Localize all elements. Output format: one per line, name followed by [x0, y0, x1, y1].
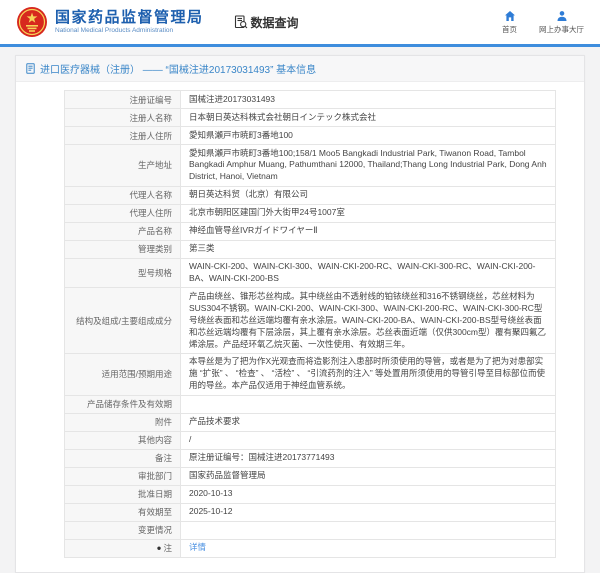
detail-link[interactable]: 详情	[189, 542, 206, 552]
home-icon	[504, 10, 516, 22]
org-name-en: National Medical Products Administration	[55, 27, 204, 34]
field-label: 型号规格	[65, 258, 181, 288]
field-row: 备注原注册证编号：国械注进20173771493	[65, 449, 556, 467]
nav-home[interactable]: 首页	[502, 10, 517, 35]
top-nav: 首页 网上办事大厅	[502, 10, 584, 35]
field-value: 原注册证编号：国械注进20173771493	[181, 449, 556, 467]
page-title-text: 进口医疗器械（注册） —— “国械注进20173031493” 基本信息	[40, 61, 316, 76]
field-value: 愛知県瀬戸市暁町3番地100;158/1 Moo5 Bangkadi Indus…	[181, 145, 556, 187]
field-value	[181, 521, 556, 539]
field-value: 朝日英达科贸（北京）有限公司	[181, 186, 556, 204]
field-row: 注册证编号国械注进20173031493	[65, 91, 556, 109]
field-label: 其他内容	[65, 431, 181, 449]
field-row: 管理类别第三类	[65, 240, 556, 258]
user-icon	[556, 10, 568, 22]
field-label: 代理人住所	[65, 204, 181, 222]
document-icon	[26, 63, 35, 74]
nmpa-logo[interactable]: 国家药品监督管理局 National Medical Products Admi…	[16, 6, 204, 38]
field-row: 结构及组成/主要组成成分产品由绕丝、锥形芯丝构成。其中绕丝由不透射线的铂铱绕丝和…	[65, 288, 556, 353]
nav-service-hall-label: 网上办事大厅	[539, 24, 584, 35]
field-row: 适用范围/预期用途本导丝是为了把为作X光观查而将造影剂注入患部时所须使用的导管，…	[65, 353, 556, 395]
field-label: 产品名称	[65, 222, 181, 240]
field-row: ●注详情	[65, 539, 556, 557]
field-row: 审批部门国家药品监督管理局	[65, 467, 556, 485]
field-row: 其他内容/	[65, 431, 556, 449]
field-value: 第三类	[181, 240, 556, 258]
field-value: 产品由绕丝、锥形芯丝构成。其中绕丝由不透射线的铂铱绕丝和316不锈钢绕丝，芯丝材…	[181, 288, 556, 353]
field-value: 日本朝日英达科株式会社朝日インテック株式会社	[181, 109, 556, 127]
document-search-icon	[234, 15, 248, 29]
data-query-label: 数据查询	[251, 14, 299, 31]
field-label: 适用范围/预期用途	[65, 353, 181, 395]
field-label: 备注	[65, 449, 181, 467]
field-value: 2020-10-13	[181, 485, 556, 503]
field-label: 管理类别	[65, 240, 181, 258]
field-row: 有效期至2025-10-12	[65, 503, 556, 521]
field-label: 结构及组成/主要组成成分	[65, 288, 181, 353]
field-value	[181, 395, 556, 413]
field-row: 注册人住所愛知県瀬戸市暁町3番地100	[65, 127, 556, 145]
field-row: 型号规格WAIN-CKI-200、WAIN-CKI-300、WAIN-CKI-2…	[65, 258, 556, 288]
field-row: 代理人住所北京市朝阳区建国门外大街甲24号1007室	[65, 204, 556, 222]
field-label: 变更情况	[65, 521, 181, 539]
field-label: 审批部门	[65, 467, 181, 485]
field-row: 产品储存条件及有效期	[65, 395, 556, 413]
registration-info-table: 注册证编号国械注进20173031493注册人名称日本朝日英达科株式会社朝日イン…	[64, 90, 556, 558]
field-value: /	[181, 431, 556, 449]
field-label: 附件	[65, 413, 181, 431]
field-row: 产品名称神经血管导丝IVRガイドワイヤーⅡ	[65, 222, 556, 240]
field-row: 变更情况	[65, 521, 556, 539]
field-value: 本导丝是为了把为作X光观查而将造影剂注入患部时所须使用的导管，或者是为了把为对患…	[181, 353, 556, 395]
field-value: 产品技术要求	[181, 413, 556, 431]
field-label: 有效期至	[65, 503, 181, 521]
field-value: 愛知県瀬戸市暁町3番地100	[181, 127, 556, 145]
detail-panel: 进口医疗器械（注册） —— “国械注进20173031493” 基本信息 注册证…	[15, 55, 585, 573]
field-value: 国家药品监督管理局	[181, 467, 556, 485]
field-label: 批准日期	[65, 485, 181, 503]
national-emblem-icon	[16, 6, 48, 38]
field-row: 附件产品技术要求	[65, 413, 556, 431]
field-label: 注册人住所	[65, 127, 181, 145]
field-label: 生产地址	[65, 145, 181, 187]
field-value: 北京市朝阳区建国门外大街甲24号1007室	[181, 204, 556, 222]
field-row: 代理人名称朝日英达科贸（北京）有限公司	[65, 186, 556, 204]
field-row: 批准日期2020-10-13	[65, 485, 556, 503]
field-row: 注册人名称日本朝日英达科株式会社朝日インテック株式会社	[65, 109, 556, 127]
field-value: 2025-10-12	[181, 503, 556, 521]
field-value: 神经血管导丝IVRガイドワイヤーⅡ	[181, 222, 556, 240]
field-value: 详情	[181, 539, 556, 557]
note-bullet-icon: ●	[157, 544, 162, 553]
org-name-cn: 国家药品监督管理局	[55, 10, 204, 27]
site-header: 国家药品监督管理局 National Medical Products Admi…	[0, 0, 600, 47]
info-table-body: 注册证编号国械注进20173031493注册人名称日本朝日英达科株式会社朝日イン…	[65, 91, 556, 558]
field-label: 代理人名称	[65, 186, 181, 204]
field-label: 注册证编号	[65, 91, 181, 109]
field-label: 产品储存条件及有效期	[65, 395, 181, 413]
nav-data-query[interactable]: 数据查询	[234, 14, 299, 31]
field-label: 注册人名称	[65, 109, 181, 127]
nav-home-label: 首页	[502, 24, 517, 35]
field-label: ●注	[65, 539, 181, 557]
page-title: 进口医疗器械（注册） —— “国械注进20173031493” 基本信息	[16, 56, 584, 82]
field-row: 生产地址愛知県瀬戸市暁町3番地100;158/1 Moo5 Bangkadi I…	[65, 145, 556, 187]
field-value: 国械注进20173031493	[181, 91, 556, 109]
field-value: WAIN-CKI-200、WAIN-CKI-300、WAIN-CKI-200-R…	[181, 258, 556, 288]
nav-service-hall[interactable]: 网上办事大厅	[539, 10, 584, 35]
